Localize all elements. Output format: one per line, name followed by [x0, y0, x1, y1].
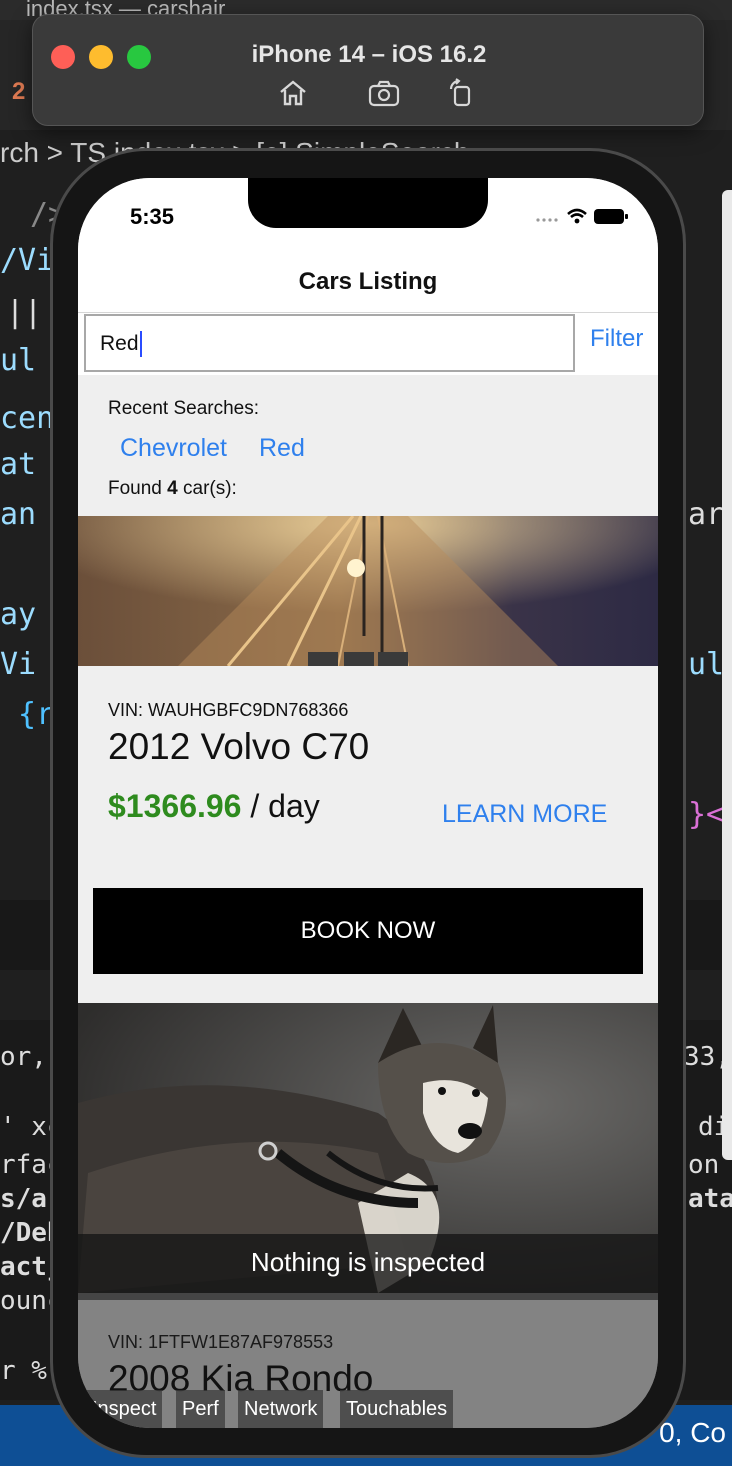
screenshot-icon[interactable] — [367, 77, 400, 109]
code-line: an — [0, 497, 37, 532]
price-amount: $1366.96 — [108, 788, 242, 824]
results-count-prefix: Found — [108, 478, 168, 499]
code-line: ul — [0, 343, 37, 378]
code-line: {r — [18, 697, 55, 732]
results-count: Found 4 car(s): — [108, 478, 237, 500]
search-input[interactable]: Red — [84, 314, 575, 372]
status-bar-text: 0, Co — [659, 1417, 726, 1448]
dynamic-notch — [248, 178, 488, 228]
code-line: ay — [0, 597, 37, 632]
car-price: $1366.96 / day — [108, 788, 320, 825]
car-image-railway[interactable] — [78, 516, 658, 666]
devtools-toolbar: Inspect Perf Network Touchables — [78, 1390, 658, 1428]
devtools-tab-touchables[interactable]: Touchables — [340, 1390, 454, 1428]
code-line: || — [6, 295, 43, 330]
results-count-number: 4 — [167, 478, 178, 499]
learn-more-link[interactable]: LEARN MORE — [442, 800, 607, 829]
price-unit: / day — [241, 788, 320, 824]
terminal-line: on — [688, 1150, 720, 1180]
code-line: ar — [688, 497, 725, 532]
recent-search-red[interactable]: Red — [259, 434, 305, 463]
car-vin: VIN: WAUHGBFC9DN768366 — [108, 700, 349, 720]
results-count-suffix: car(s): — [177, 478, 237, 499]
devtools-tab-inspect[interactable]: Inspect — [86, 1390, 163, 1428]
terminal-line: ata — [688, 1184, 732, 1214]
car-title: 2012 Volvo C70 — [108, 726, 370, 767]
ide-side-panel — [722, 190, 732, 1160]
ide-tab-number: 2 — [12, 78, 26, 105]
terminal-line: or, — [0, 1042, 47, 1072]
status-icons — [534, 206, 630, 231]
recent-search-chevrolet[interactable]: Chevrolet — [120, 434, 227, 463]
search-bar: Red Filter — [78, 313, 658, 375]
home-icon[interactable] — [277, 77, 309, 109]
devtools-tab-perf[interactable]: Perf — [176, 1390, 225, 1428]
rotate-icon[interactable] — [445, 77, 477, 109]
status-time: 5:35 — [130, 204, 175, 229]
code-line: cen — [0, 401, 55, 436]
text-cursor — [139, 331, 142, 358]
search-input-value: Red — [100, 332, 139, 355]
book-now-button[interactable]: BOOK NOW — [93, 888, 643, 974]
simulator-toolbar: iPhone 14 – iOS 16.2 — [32, 14, 704, 126]
simulator-title: iPhone 14 – iOS 16.2 — [251, 41, 487, 68]
code-line: }< — [688, 797, 725, 832]
devtools-tab-network[interactable]: Network — [238, 1390, 324, 1428]
iphone-screen: 5:35 Cars Listing Red Filter Recent Sear… — [78, 178, 658, 1428]
page-title: Cars Listing — [298, 268, 438, 295]
car-vin: VIN: 1FTFW1E87AF978553 — [108, 1332, 334, 1352]
filter-button[interactable]: Filter — [590, 325, 643, 353]
signal-wifi-battery-icon — [536, 208, 628, 224]
inspector-overlay: Nothing is inspected — [78, 1234, 658, 1300]
terminal-line: r % — [0, 1356, 47, 1386]
code-line: at — [0, 447, 37, 482]
code-line: ul — [688, 647, 725, 682]
recent-searches-label: Recent Searches: — [108, 398, 260, 419]
code-line: Vi — [0, 647, 37, 682]
navigation-bar: 5:35 Cars Listing — [78, 178, 658, 313]
code-line: /Vi — [0, 243, 55, 278]
inspector-text: Nothing is inspected — [250, 1247, 486, 1277]
